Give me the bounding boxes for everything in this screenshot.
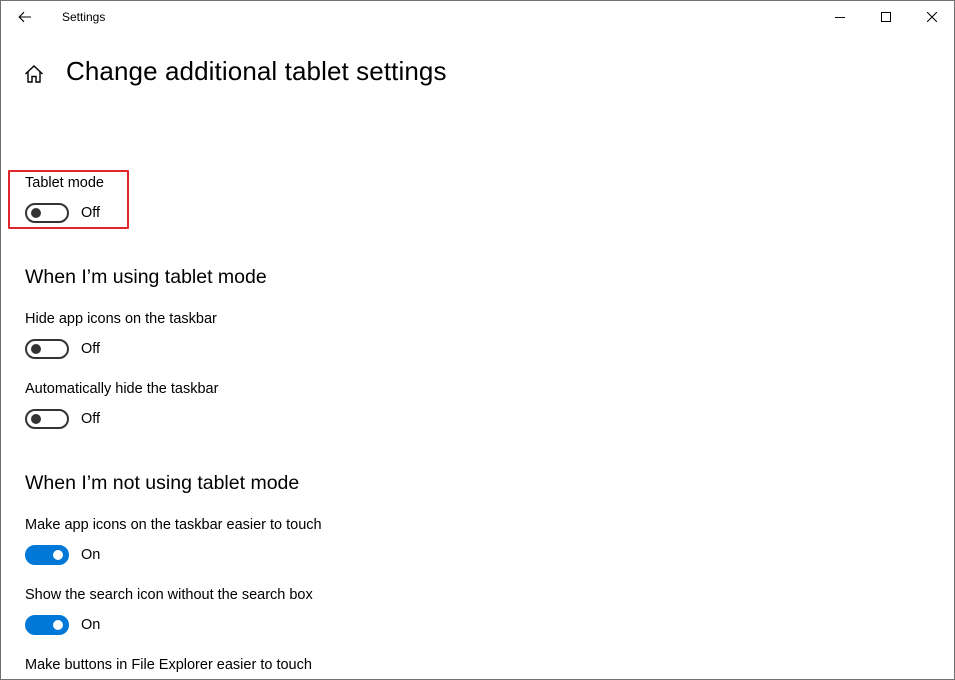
toggle-knob [53,620,63,630]
maximize-button[interactable] [863,1,909,33]
toggle-knob [31,414,41,424]
easier-touch-icons-state: On [81,547,101,563]
home-button[interactable] [23,63,45,85]
settings-window: Settings Change additional tablet settin… [0,0,955,680]
minimize-icon [835,17,845,18]
home-icon [25,65,43,83]
file-explorer-touch-label: Make buttons in File Explorer easier to … [25,657,312,673]
back-button[interactable] [9,3,41,31]
search-icon-only-state: On [81,617,101,633]
easier-touch-icons-label: Make app icons on the taskbar easier to … [25,517,322,533]
hide-app-icons-toggle[interactable] [25,339,69,359]
search-icon-only-toggle[interactable] [25,615,69,635]
toggle-knob [31,208,41,218]
title-bar: Settings [1,1,954,33]
auto-hide-taskbar-toggle[interactable] [25,409,69,429]
close-icon [927,12,937,22]
maximize-icon [881,12,891,22]
section-heading-using-tablet-mode: When I’m using tablet mode [25,266,267,288]
auto-hide-taskbar-label: Automatically hide the taskbar [25,381,219,397]
tablet-mode-state: Off [81,205,101,221]
hide-app-icons-state: Off [81,341,101,357]
page-title: Change additional tablet settings [66,56,447,86]
search-icon-only-label: Show the search icon without the search … [25,587,313,603]
app-title: Settings [62,10,106,24]
easier-touch-icons-toggle[interactable] [25,545,69,565]
close-button[interactable] [909,1,954,33]
tablet-mode-toggle[interactable] [25,203,69,223]
back-arrow-icon [18,11,31,23]
toggle-knob [53,550,63,560]
section-heading-not-using-tablet-mode: When I’m not using tablet mode [25,472,300,494]
minimize-button[interactable] [817,1,863,33]
hide-app-icons-label: Hide app icons on the taskbar [25,311,217,327]
auto-hide-taskbar-state: Off [81,411,101,427]
tablet-mode-label: Tablet mode [25,175,104,191]
toggle-knob [31,344,41,354]
